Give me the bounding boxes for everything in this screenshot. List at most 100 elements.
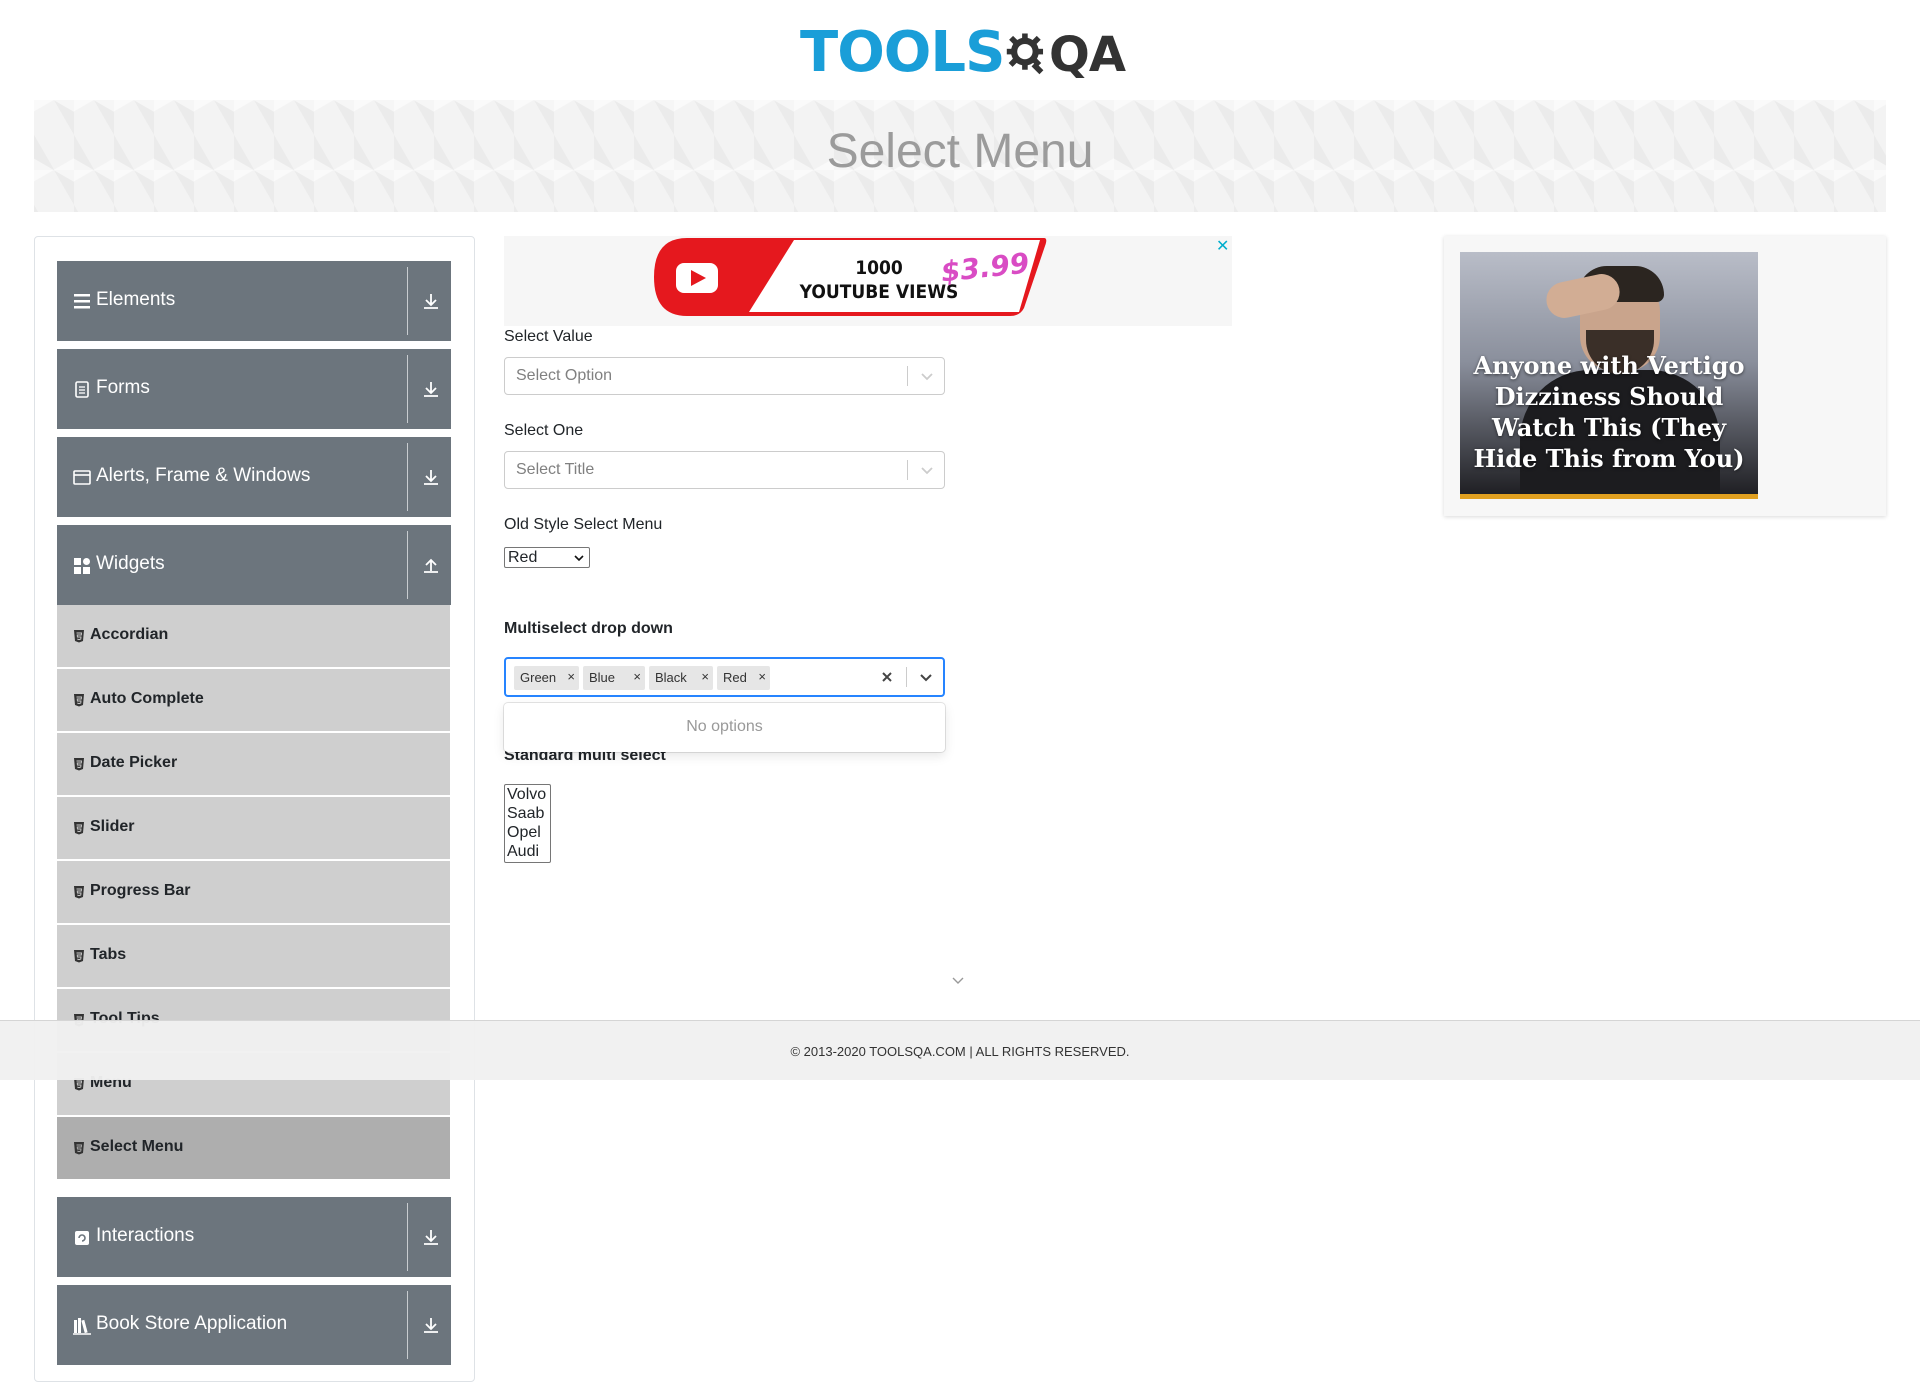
multiselect-dropdown[interactable]: Green × Blue × Black × Red × xyxy=(504,657,945,697)
select-one-placeholder: Select Title xyxy=(516,461,595,478)
download-arrow-icon xyxy=(424,1230,438,1245)
sidebar-item-label: Select Menu xyxy=(90,1138,184,1155)
standard-multi-select[interactable]: Volvo Saab Opel Audi xyxy=(504,784,551,863)
sidebar-group-label: Interactions xyxy=(96,1225,195,1246)
download-arrow-icon xyxy=(424,382,438,397)
hamburger-icon xyxy=(74,294,90,309)
divider xyxy=(407,443,408,511)
sidebar-item-date-picker[interactable]: Date Picker xyxy=(57,733,450,795)
sidebar-group-interactions[interactable]: Interactions xyxy=(57,1197,451,1277)
html5-icon xyxy=(74,630,84,643)
html5-icon xyxy=(74,758,84,771)
select-one-label: Select One xyxy=(504,422,584,439)
sidebar: Elements Forms Alerts, Frame & Windows W… xyxy=(34,236,475,1382)
multiselect-chip: Red × xyxy=(717,666,770,690)
html5-icon xyxy=(74,1142,84,1155)
sidebar-group-book-store[interactable]: Book Store Application xyxy=(57,1285,451,1365)
divider xyxy=(407,1203,408,1271)
listbox-option[interactable]: Audi xyxy=(505,842,550,861)
top-advertisement[interactable]: 1000 YOUTUBE VIEWS $3.99 xyxy=(504,236,1232,326)
ad-line1: 1000 xyxy=(855,257,903,279)
sidebar-item-accordian[interactable]: Accordian xyxy=(57,605,450,667)
ad-caption: Anyone with Vertigo Dizziness Should Wat… xyxy=(1473,351,1745,473)
divider xyxy=(407,1291,408,1359)
multiselect-chip: Blue × xyxy=(583,666,645,690)
old-style-select-value: Red xyxy=(508,549,538,566)
chip-label: Blue xyxy=(589,670,616,685)
html5-icon xyxy=(74,950,84,963)
right-advertisement[interactable]: Anyone with Vertigo Dizziness Should Wat… xyxy=(1444,236,1886,516)
sidebar-item-label: Progress Bar xyxy=(90,882,191,899)
sidebar-item-tabs[interactable]: Tabs xyxy=(57,925,450,987)
indicator-separator xyxy=(906,667,907,687)
sidebar-group-label: Forms xyxy=(96,377,150,398)
multiselect-menu: No options xyxy=(504,703,945,752)
sidebar-item-select-menu[interactable]: Select Menu xyxy=(57,1117,450,1179)
multiselect-chip: Green × xyxy=(514,666,579,690)
sidebar-group-label: Elements xyxy=(96,289,176,310)
clear-icon[interactable] xyxy=(878,668,896,686)
select-value-dropdown[interactable]: Select Option xyxy=(504,357,945,395)
footer-copyright: © 2013-2020 TOOLSQA.COM | ALL RIGHTS RES… xyxy=(790,1044,1130,1059)
chevron-down-icon[interactable] xyxy=(917,668,935,686)
interactions-icon xyxy=(75,1231,89,1245)
logo-text-tools: TOOLS xyxy=(800,20,1005,85)
download-arrow-icon xyxy=(424,294,438,309)
chevron-down-icon[interactable] xyxy=(918,367,936,385)
close-icon[interactable]: × xyxy=(633,669,641,684)
chip-label: Red xyxy=(723,670,747,685)
sidebar-group-label: Alerts, Frame & Windows xyxy=(96,465,311,486)
chip-label: Green xyxy=(520,670,557,685)
youtube-views-ad: 1000 YOUTUBE VIEWS $3.99 xyxy=(654,238,1047,316)
close-icon[interactable]: ✕ xyxy=(1216,236,1229,256)
old-style-select-label: Old Style Select Menu xyxy=(504,516,663,533)
logo-text-qa: QA xyxy=(1049,27,1126,83)
multiselect-label: Multiselect drop down xyxy=(504,620,673,637)
upload-arrow-icon xyxy=(424,558,438,573)
sidebar-item-progress-bar[interactable]: Progress Bar xyxy=(57,861,450,923)
window-icon xyxy=(73,470,91,485)
old-style-select[interactable]: Red xyxy=(504,547,590,568)
divider xyxy=(407,531,408,599)
listbox-option[interactable]: Saab xyxy=(505,804,550,823)
select-value-label: Select Value xyxy=(504,328,593,345)
sidebar-item-auto-complete[interactable]: Auto Complete xyxy=(57,669,450,731)
ad-accent-bar xyxy=(1460,494,1758,499)
sidebar-group-widgets[interactable]: Widgets xyxy=(57,525,451,605)
sidebar-item-label: Slider xyxy=(90,818,135,835)
sidebar-item-label: Date Picker xyxy=(90,754,178,771)
divider xyxy=(407,355,408,423)
multiselect-chip: Black × xyxy=(649,666,713,690)
chevron-down-icon[interactable] xyxy=(918,461,936,479)
indicator-separator xyxy=(907,460,908,480)
chevron-down-icon xyxy=(574,555,584,562)
close-icon[interactable]: × xyxy=(701,669,709,684)
select-one-dropdown[interactable]: Select Title xyxy=(504,451,945,489)
listbox-option[interactable]: Volvo xyxy=(505,785,550,804)
books-icon xyxy=(73,1318,91,1335)
footer: © 2013-2020 TOOLSQA.COM | ALL RIGHTS RES… xyxy=(0,1020,1920,1080)
sidebar-group-alerts[interactable]: Alerts, Frame & Windows xyxy=(57,437,451,517)
toolsqa-logo[interactable]: TOOLS QA xyxy=(800,14,1126,92)
sidebar-item-label: Auto Complete xyxy=(90,690,204,707)
download-arrow-icon xyxy=(424,1318,438,1333)
download-arrow-icon xyxy=(424,470,438,485)
no-options-message: No options xyxy=(686,718,763,735)
chip-label: Black xyxy=(655,670,687,685)
indicator-separator xyxy=(907,366,908,386)
widgets-grid-icon xyxy=(74,558,90,574)
sidebar-group-forms[interactable]: Forms xyxy=(57,349,451,429)
listbox-option[interactable]: Opel xyxy=(505,823,550,842)
html5-icon xyxy=(74,694,84,707)
html5-icon xyxy=(74,886,84,899)
sidebar-group-elements[interactable]: Elements xyxy=(57,261,451,341)
close-icon[interactable]: × xyxy=(758,669,766,684)
chevron-down-icon[interactable] xyxy=(950,972,966,988)
gear-magnifier-icon xyxy=(1007,33,1044,75)
select-value-placeholder: Select Option xyxy=(516,367,613,384)
sidebar-group-label: Widgets xyxy=(96,553,165,574)
html5-icon xyxy=(74,822,84,835)
divider xyxy=(407,267,408,335)
close-icon[interactable]: × xyxy=(567,669,575,684)
sidebar-item-slider[interactable]: Slider xyxy=(57,797,450,859)
